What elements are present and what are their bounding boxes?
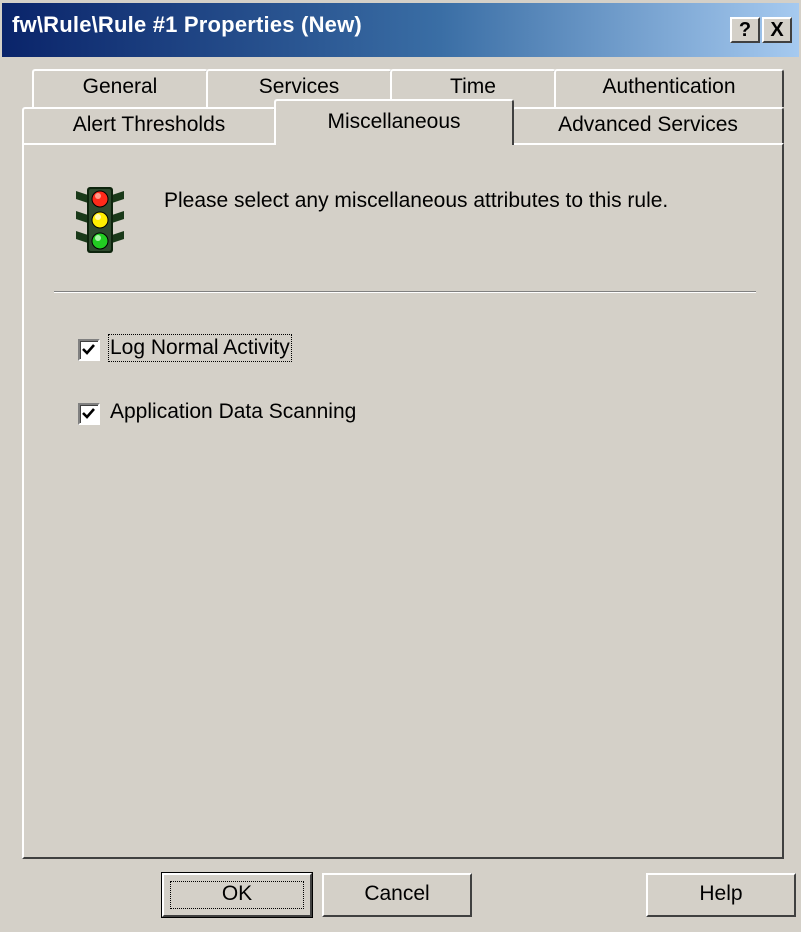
tab-advanced-services[interactable]: Advanced Services — [512, 107, 784, 145]
cancel-button[interactable]: Cancel — [322, 873, 472, 917]
tab-panel-miscellaneous: Please select any miscellaneous attribut… — [22, 143, 784, 859]
properties-dialog: fw\Rule\Rule #1 Properties (New) ? X Gen… — [0, 0, 801, 932]
log-normal-activity-label[interactable]: Log Normal Activity — [108, 334, 292, 362]
tab-general[interactable]: General — [32, 69, 208, 107]
check-mark-icon — [82, 344, 95, 355]
separator-line — [54, 291, 756, 293]
tab-miscellaneous[interactable]: Miscellaneous — [274, 99, 514, 145]
log-normal-activity-checkbox[interactable] — [78, 339, 100, 361]
check-mark-icon — [82, 408, 95, 419]
intro-text: Please select any miscellaneous attribut… — [164, 189, 669, 212]
help-button[interactable]: Help — [646, 873, 796, 917]
title-bar[interactable]: fw\Rule\Rule #1 Properties (New) ? X — [2, 3, 799, 57]
cancel-button-label: Cancel — [364, 882, 430, 905]
window-title: fw\Rule\Rule #1 Properties (New) — [12, 12, 362, 37]
close-button[interactable]: X — [762, 17, 792, 43]
tab-alert-thresholds[interactable]: Alert Thresholds — [22, 107, 276, 145]
help-button-label: Help — [699, 882, 743, 905]
tab-authentication[interactable]: Authentication — [554, 69, 784, 107]
application-data-scanning-label[interactable]: Application Data Scanning — [110, 400, 356, 424]
traffic-light-icon — [74, 185, 126, 260]
application-data-scanning-checkbox[interactable] — [78, 403, 100, 425]
help-title-button[interactable]: ? — [730, 17, 760, 43]
ok-button-label: OK — [221, 882, 253, 905]
ok-button[interactable]: OK — [161, 872, 313, 918]
